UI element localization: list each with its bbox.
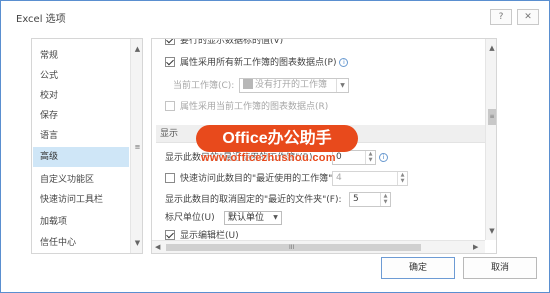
partial-checkbox[interactable]: [165, 39, 175, 45]
scroll-down-icon[interactable]: ▼: [486, 225, 496, 237]
nav-item-advanced[interactable]: 高级: [33, 147, 129, 167]
spinner-buttons[interactable]: ▲ ▼: [365, 151, 375, 164]
recent-docs-value: 0: [336, 152, 342, 162]
option-row-chart-all-workbooks: 属性采用所有新工作簿的图表数据点(P) i: [165, 55, 349, 71]
chevron-down-icon: ▼: [273, 214, 278, 221]
nav-scrollbar[interactable]: ▲ ≡ ▼: [130, 39, 142, 253]
unpinned-folders-label: 显示此数目的取消固定的"最近的文件夹"(F):: [165, 195, 342, 205]
scroll-right-icon[interactable]: ▶: [473, 241, 478, 253]
quick-access-spinner[interactable]: 4 ▲ ▼: [332, 171, 408, 186]
option-row-partial: 要行的显示数据标的值(V): [165, 38, 284, 49]
close-icon: ✕: [524, 12, 532, 22]
current-workbook-dropdown[interactable]: 没有打开的工作簿 ▼: [239, 78, 349, 93]
ruler-units-dropdown[interactable]: 默认单位 ▼: [224, 211, 282, 225]
nav-item-save[interactable]: 保存: [33, 106, 129, 126]
nav-item-language[interactable]: 语言: [33, 126, 129, 146]
chart-all-workbooks-label: 属性采用所有新工作簿的图表数据点(P): [180, 58, 337, 68]
content-vertical-scrollbar[interactable]: ▲ ≡ ▼: [485, 39, 496, 240]
nav-item-customize-ribbon[interactable]: 自定义功能区: [33, 170, 129, 190]
nav-item-trust-center[interactable]: 信任中心: [33, 233, 129, 253]
spinner-buttons[interactable]: ▲ ▼: [397, 172, 407, 185]
options-category-list: 常规 公式 校对 保存 语言 高级 自定义功能区 快速访问工具栏 加载项 信任中…: [31, 38, 143, 254]
chart-current-workbook-checkbox[interactable]: [165, 100, 175, 111]
scroll-up-icon[interactable]: ▲: [131, 43, 142, 55]
recent-docs-spinner[interactable]: 0 ▲ ▼: [332, 150, 376, 165]
nav-item-add-ins[interactable]: 加载项: [33, 212, 129, 232]
unpinned-folders-value: 5: [353, 194, 359, 204]
watermark-badge: Office办公助手: [196, 125, 358, 152]
info-icon: i: [379, 153, 388, 162]
current-workbook-label: 当前工作簿(C):: [173, 81, 235, 91]
spin-down-icon[interactable]: ▼: [398, 178, 407, 184]
title-bar: Excel 选项 ? ✕: [1, 1, 549, 31]
watermark-url: www.officezhushou.com: [201, 152, 336, 164]
option-row-chart-current-workbook: 属性采用当前工作簿的图表数据点(R): [165, 99, 328, 115]
scroll-grip-icon: III: [289, 244, 295, 251]
nav-item-quick-access-toolbar[interactable]: 快速访问工具栏: [33, 190, 129, 210]
excel-options-dialog: Excel 选项 ? ✕ 常规 公式 校对 保存 语言 高级 自定义功能区 快速…: [0, 0, 550, 293]
scroll-down-icon[interactable]: ▼: [131, 237, 142, 249]
spin-down-icon[interactable]: ▼: [366, 157, 375, 163]
help-button[interactable]: ?: [490, 9, 512, 25]
unpinned-folders-spinner[interactable]: 5 ▲ ▼: [349, 192, 391, 207]
current-workbook-value: 没有打开的工作簿: [255, 80, 328, 90]
option-row-quick-access: 快速访问此数目的"最近使用的工作簿"(Q):: [165, 171, 349, 187]
scroll-grip-icon[interactable]: ≡: [131, 141, 142, 153]
ruler-units-value: 默认单位: [228, 213, 265, 223]
nav-item-proofing[interactable]: 校对: [33, 86, 129, 106]
quick-access-checkbox[interactable]: [165, 172, 175, 183]
spinner-buttons[interactable]: ▲ ▼: [380, 193, 390, 206]
help-icon: ?: [498, 12, 504, 22]
ruler-units-label: 标尺单位(U): [165, 213, 215, 223]
spin-down-icon[interactable]: ▼: [381, 199, 390, 205]
quick-access-value: 4: [336, 173, 342, 183]
scroll-left-icon[interactable]: ◀: [155, 241, 160, 253]
chevron-down-icon: ▼: [336, 79, 348, 92]
cancel-button[interactable]: 取消: [463, 257, 537, 279]
scroll-grip-icon: ≡: [489, 113, 495, 120]
scroll-up-icon[interactable]: ▲: [486, 42, 496, 54]
dialog-title: Excel 选项: [16, 14, 66, 25]
workbook-icon: [243, 79, 253, 89]
info-icon: i: [339, 58, 349, 67]
quick-access-label: 快速访问此数目的"最近使用的工作簿"(Q):: [180, 174, 350, 184]
partial-option-label: 要行的显示数据标的值(V): [180, 38, 284, 46]
ok-button[interactable]: 确定: [381, 257, 455, 279]
content-horizontal-scrollbar[interactable]: ◀ III ▶: [152, 240, 485, 253]
close-button[interactable]: ✕: [517, 9, 539, 25]
formula-bar-checkbox[interactable]: [165, 229, 175, 240]
chart-current-workbook-label: 属性采用当前工作簿的图表数据点(R): [180, 102, 329, 112]
nav-item-general[interactable]: 常规: [33, 46, 129, 66]
nav-item-formulas[interactable]: 公式: [33, 66, 129, 86]
chart-all-workbooks-checkbox[interactable]: [165, 56, 175, 67]
